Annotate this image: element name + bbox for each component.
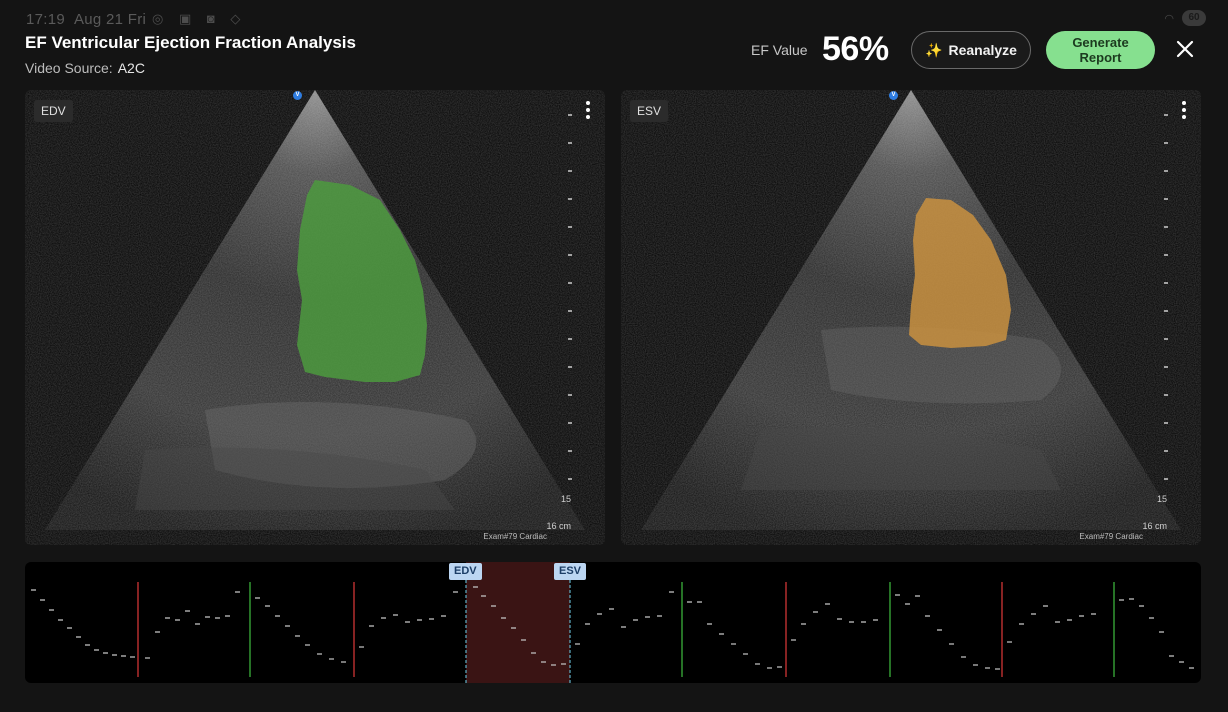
sparkle-icon: ✨ <box>925 41 943 58</box>
depth-mark: 15 <box>1156 494 1167 504</box>
edv-segmentation-mask <box>297 180 427 382</box>
exam-label: Exam#79 Cardiac <box>483 532 547 541</box>
video-source-value: A2C <box>117 60 145 76</box>
close-button[interactable] <box>1170 34 1200 64</box>
volume-trace-dashes <box>31 586 1194 670</box>
esv-menu-button[interactable] <box>1177 100 1191 120</box>
esv-timeline-tag[interactable]: ESV <box>554 563 587 580</box>
esv-image-panel[interactable]: V ESV 15 16 cm Exam#79 Cardiac <box>621 90 1201 545</box>
depth-unit: 16 cm <box>546 521 571 531</box>
reanalyze-button[interactable]: ✨ Reanalyze <box>911 31 1031 69</box>
depth-scale-ticks <box>1164 114 1168 480</box>
reanalyze-label: Reanalyze <box>948 42 1017 58</box>
edv-frame-lines <box>249 582 1115 677</box>
video-source: Video Source: A2C <box>25 60 145 76</box>
depth-scale-ticks <box>568 114 572 480</box>
exam-label: Exam#79 Cardiac <box>1079 532 1143 541</box>
edv-timeline-tag[interactable]: EDV <box>449 563 482 580</box>
status-time: 17:19 Aug 21 Fri <box>26 11 147 28</box>
edv-tag: EDV <box>34 100 73 122</box>
ultrasound-image-edv <box>45 90 585 530</box>
ef-value: 56% <box>822 30 889 68</box>
status-right-icons: ◠ 60 <box>1164 10 1206 26</box>
edv-image-panel[interactable]: V EDV 15 16 cm Exam#79 Cardiac <box>25 90 605 545</box>
ultrasound-image-esv <box>641 90 1181 530</box>
more-vertical-icon <box>586 101 590 119</box>
close-icon <box>1176 40 1194 58</box>
ef-value-label: EF Value <box>751 42 808 58</box>
more-vertical-icon <box>1182 101 1186 119</box>
esv-tag: ESV <box>630 100 669 122</box>
timeline-trace <box>31 562 1194 683</box>
esv-segmentation-mask <box>909 198 1011 348</box>
depth-mark: 15 <box>560 494 571 504</box>
cardiac-cycle-timeline[interactable]: EDV ESV <box>25 562 1201 683</box>
edv-menu-button[interactable] <box>581 100 595 120</box>
battery-icon: 60 <box>1182 10 1206 26</box>
video-source-label: Video Source: <box>25 60 113 76</box>
probe-orientation-icon: V <box>889 91 898 100</box>
status-notification-icons: ◎ ▣ ◙ ◇ <box>152 11 247 26</box>
wifi-icon: ◠ <box>1164 12 1174 25</box>
page-title: EF Ventricular Ejection Fraction Analysi… <box>25 33 356 52</box>
generate-report-button[interactable]: Generate Report <box>1046 31 1155 69</box>
depth-unit: 16 cm <box>1142 521 1167 531</box>
probe-orientation-icon: V <box>293 91 302 100</box>
